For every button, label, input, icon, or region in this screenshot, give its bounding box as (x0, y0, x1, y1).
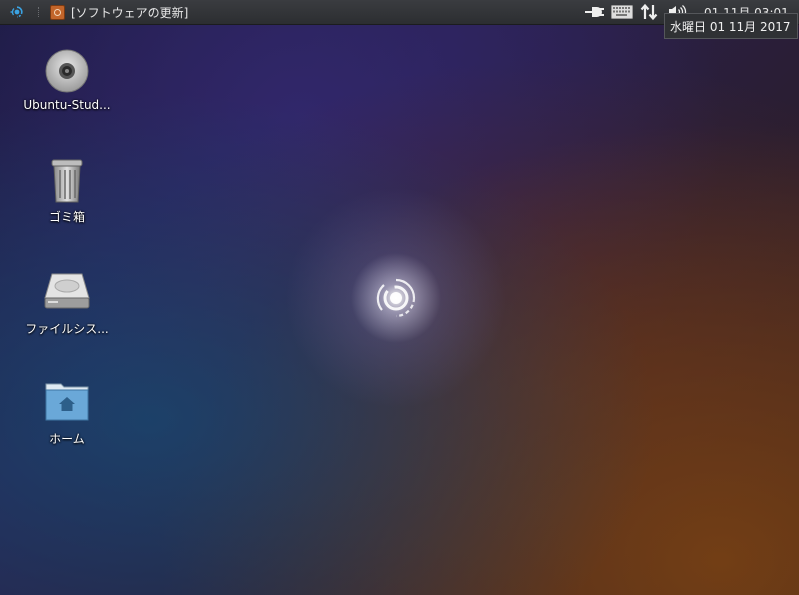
trash-icon (43, 156, 91, 204)
desktop-icon-label: ゴミ箱 (48, 210, 85, 224)
network-arrows-icon[interactable] (640, 2, 658, 22)
keyboard-icon[interactable] (611, 2, 633, 22)
disc-icon (43, 46, 91, 94)
desktop-icon-ubuntu-studio[interactable]: Ubuntu-Stud... (17, 46, 117, 112)
software-updater-icon (50, 4, 65, 20)
desktop-icon-filesystem[interactable]: ファイルシス... (17, 268, 117, 337)
panel-separator (38, 7, 41, 17)
taskbar-button-label: [ソフトウェアの更新] (71, 5, 189, 20)
ubuntu-studio-logo-icon (10, 6, 23, 18)
clock-tooltip: 水曜日 01 11月 2017 (664, 13, 798, 39)
desktop-icon-trash[interactable]: ゴミ箱 (17, 156, 117, 225)
ubuntu-studio-wallpaper-logo (370, 272, 422, 324)
hard-drive-icon (43, 268, 91, 316)
desktop-icon-home[interactable]: ホーム (17, 378, 117, 447)
power-plug-icon[interactable] (584, 2, 606, 22)
application-menu-button[interactable] (6, 2, 28, 22)
desktop-icon-label: Ubuntu-Stud... (23, 98, 111, 112)
taskbar-button-software-updater[interactable]: [ソフトウェアの更新] (50, 2, 188, 22)
desktop-icon-label: ファイルシス... (25, 322, 109, 336)
home-folder-icon (43, 378, 91, 426)
desktop-icon-label: ホーム (49, 432, 85, 446)
